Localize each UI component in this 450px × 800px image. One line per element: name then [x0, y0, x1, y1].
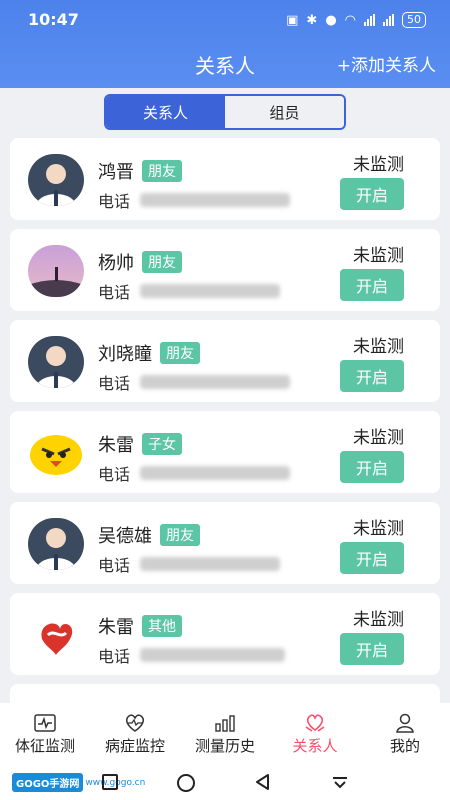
monitor-status: 未监测	[353, 337, 404, 357]
phone-number-blurred	[140, 466, 291, 480]
watermark-badge: GOGO手游网	[12, 773, 84, 792]
enable-button[interactable]: 开启	[340, 269, 404, 301]
tab-contacts[interactable]: 关系人	[106, 96, 225, 128]
contact-name: 鸿晋	[98, 162, 134, 183]
enable-button[interactable]: 开启	[340, 633, 404, 665]
contact-name: 刘晓瞳	[98, 344, 152, 365]
phone-number-blurred	[140, 375, 291, 389]
phone-label: 电话	[98, 192, 131, 211]
relation-tag: 子女	[142, 433, 182, 455]
monitor-status: 未监测	[353, 610, 404, 630]
contact-card-partial[interactable]	[10, 684, 440, 703]
monitor-status: 未监测	[353, 428, 404, 448]
status-icons: ▣ ✱ ● ◠ 50	[286, 12, 426, 28]
monitor-status: 未监测	[353, 155, 404, 175]
relation-tag: 朋友	[160, 342, 200, 364]
home-icon[interactable]	[175, 772, 197, 798]
add-contact-button[interactable]: +添加关系人	[337, 51, 436, 76]
enable-button[interactable]: 开启	[340, 360, 404, 392]
contact-card[interactable]: 朱雷 其他 电话 未监测 开启	[10, 593, 440, 675]
header: 10:47 ▣ ✱ ● ◠ 50 关系人 +添加关系人	[0, 0, 450, 88]
monitor-status: 未监测	[353, 519, 404, 539]
pulse-monitor-icon	[34, 713, 56, 733]
phone-number-blurred	[140, 284, 281, 298]
nav-measure-history[interactable]: 测量历史	[180, 703, 270, 765]
wifi-icon: ◠	[344, 12, 356, 28]
bottom-nav: 体征监测 病症监控 测量历史 关系人 我的	[0, 703, 450, 765]
bluetooth-icon: ✱	[306, 12, 318, 28]
contact-name: 朱雷	[98, 435, 134, 456]
status-bar: 10:47 ▣ ✱ ● ◠ 50	[0, 0, 450, 40]
phone-label: 电话	[98, 647, 131, 666]
watermark-logo: GOGO手游网 www.gogo.cn	[12, 773, 145, 792]
phone-number-blurred	[140, 648, 286, 662]
angry-bird-avatar	[28, 427, 84, 479]
monitor-status: 未监测	[353, 246, 404, 266]
segment-control: 关系人 组员	[104, 94, 346, 130]
contact-card[interactable]: 吴德雄 朋友 电话 未监测 开启	[10, 502, 440, 584]
dropdown-icon[interactable]	[330, 772, 350, 796]
phone-label: 电话	[98, 465, 131, 484]
enable-button[interactable]: 开启	[340, 542, 404, 574]
contact-card[interactable]: 杨帅 朋友 电话 未监测 开启	[10, 229, 440, 311]
nfc-icon: ▣	[286, 12, 299, 28]
contact-card[interactable]: 刘晓瞳 朋友 电话 未监测 开启	[10, 320, 440, 402]
phone-label: 电话	[98, 374, 131, 393]
person-avatar	[28, 518, 84, 570]
nav-mine[interactable]: 我的	[360, 703, 450, 765]
relation-tag: 朋友	[142, 251, 182, 273]
person-avatar	[28, 154, 84, 206]
status-time: 10:47	[28, 10, 79, 29]
contact-name: 杨帅	[98, 253, 134, 274]
heart-pulse-icon	[124, 713, 146, 733]
bar-chart-icon	[214, 713, 236, 733]
system-nav-bar: GOGO手游网 www.gogo.cn	[0, 765, 450, 800]
contact-card[interactable]: 鸿晋 朋友 电话 未监测 开启	[10, 138, 440, 220]
enable-button[interactable]: 开启	[340, 178, 404, 210]
phone-number-blurred	[140, 193, 291, 207]
nav-label: 测量历史	[194, 736, 255, 755]
enable-button[interactable]: 开启	[340, 451, 404, 483]
location-icon: ●	[325, 12, 337, 28]
person-icon	[394, 713, 416, 733]
phone-label: 电话	[98, 283, 131, 302]
battery-icon: 50	[402, 12, 426, 28]
nav-label: 我的	[389, 736, 420, 755]
nav-label: 病症监控	[104, 736, 165, 755]
contact-card[interactable]: 朱雷 子女 电话 未监测 开启	[10, 411, 440, 493]
signal-icon-2	[383, 14, 394, 26]
nav-contacts[interactable]: 关系人	[270, 703, 360, 765]
contact-list: 鸿晋 朋友 电话 未监测 开启 杨帅 朋友 电话 未监测 开启 刘晓瞳 朋友 电话 未…	[10, 138, 440, 703]
heart-hands-icon	[304, 713, 326, 733]
recent-apps-icon[interactable]	[100, 772, 120, 796]
sunset-avatar	[28, 245, 84, 297]
nav-label: 关系人	[292, 736, 338, 755]
relation-tag: 朋友	[142, 160, 182, 182]
relation-tag: 其他	[142, 615, 182, 637]
nav-vital-signs[interactable]: 体征监测	[0, 703, 90, 765]
contact-name: 朱雷	[98, 617, 134, 638]
nav-disease-monitor[interactable]: 病症监控	[90, 703, 180, 765]
contact-name: 吴德雄	[98, 526, 152, 547]
tab-members[interactable]: 组员	[225, 96, 344, 128]
red-logo-avatar	[28, 609, 84, 661]
relation-tag: 朋友	[160, 524, 200, 546]
person-avatar	[28, 336, 84, 388]
signal-icon	[364, 14, 375, 26]
phone-label: 电话	[98, 556, 131, 575]
phone-number-blurred	[140, 557, 281, 571]
back-icon[interactable]	[253, 772, 273, 796]
nav-label: 体征监测	[14, 736, 75, 755]
